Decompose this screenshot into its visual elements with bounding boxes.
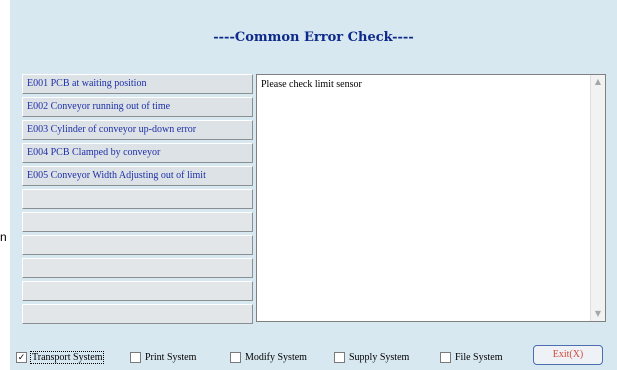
checkbox-print-system[interactable]: Print System: [130, 352, 196, 363]
error-button-empty[interactable]: [22, 281, 253, 301]
checkbox-supply-system[interactable]: Supply System: [334, 352, 409, 363]
error-button-e005[interactable]: E005 Conveyor Width Adjusting out of lim…: [22, 166, 253, 186]
checkbox-transport-system[interactable]: ✓ Transport System: [16, 351, 105, 364]
checkbox-label: Supply System: [349, 352, 410, 363]
error-button-empty[interactable]: [22, 258, 253, 278]
checkbox-checked-icon[interactable]: ✓: [16, 352, 27, 363]
checkbox-file-system[interactable]: File System: [440, 352, 503, 363]
error-button-empty[interactable]: [22, 235, 253, 255]
vertical-scrollbar[interactable]: ▲ ▼: [590, 75, 605, 321]
scroll-down-arrow-icon[interactable]: ▼: [591, 307, 605, 321]
scroll-up-arrow-icon[interactable]: ▲: [591, 75, 605, 89]
checkbox-icon[interactable]: [334, 352, 345, 363]
exit-button[interactable]: Exit(X): [533, 345, 603, 365]
checkbox-icon[interactable]: [230, 352, 241, 363]
truncated-window-text: n: [0, 230, 7, 244]
checkbox-label: File System: [455, 352, 503, 363]
error-button-e004[interactable]: E004 PCB Clamped by conveyor: [22, 143, 253, 163]
error-button-e001[interactable]: E001 PCB at waiting position: [22, 74, 253, 94]
checkbox-label: Print System: [145, 352, 197, 363]
error-check-panel: ----Common Error Check---- E001 PCB at w…: [10, 0, 617, 370]
error-button-empty[interactable]: [22, 304, 253, 324]
checkbox-label: Modify System: [245, 352, 307, 363]
message-textarea[interactable]: Please check limit sensor ▲ ▼: [256, 74, 606, 322]
message-text: Please check limit sensor: [261, 79, 362, 90]
error-button-empty[interactable]: [22, 212, 253, 232]
error-button-empty[interactable]: [22, 189, 253, 209]
error-list: E001 PCB at waiting position E002 Convey…: [22, 74, 253, 327]
checkbox-label: Transport System: [29, 351, 105, 364]
page-title: ----Common Error Check----: [213, 30, 414, 45]
checkbox-modify-system[interactable]: Modify System: [230, 352, 307, 363]
error-button-e002[interactable]: E002 Conveyor running out of time: [22, 97, 253, 117]
error-button-e003[interactable]: E003 Cylinder of conveyor up-down error: [22, 120, 253, 140]
checkbox-icon[interactable]: [440, 352, 451, 363]
checkbox-icon[interactable]: [130, 352, 141, 363]
